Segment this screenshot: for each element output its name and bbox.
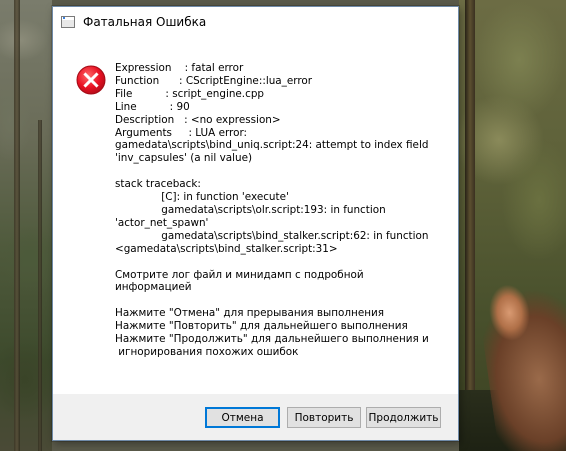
continue-button[interactable]: Продолжить xyxy=(366,407,441,428)
game-background: Фатальная Ошибка Expression : fatal erro… xyxy=(0,0,566,451)
window-icon xyxy=(61,16,75,28)
error-icon xyxy=(76,65,106,95)
error-message: Expression : fatal error Function : CScr… xyxy=(115,62,429,358)
tree-trunk xyxy=(38,120,42,451)
dialog-button-bar: Отмена Повторить Продолжить xyxy=(53,394,458,440)
cancel-button[interactable]: Отмена xyxy=(205,407,280,428)
tree-trunk xyxy=(14,0,20,451)
background-right-forest xyxy=(459,0,566,451)
background-left-forest xyxy=(0,0,52,451)
dialog-title: Фатальная Ошибка xyxy=(83,15,207,29)
dialog-titlebar[interactable]: Фатальная Ошибка xyxy=(53,7,458,38)
retry-button[interactable]: Повторить xyxy=(287,407,361,428)
tree-trunk xyxy=(465,0,475,451)
fatal-error-dialog: Фатальная Ошибка Expression : fatal erro… xyxy=(52,6,459,441)
